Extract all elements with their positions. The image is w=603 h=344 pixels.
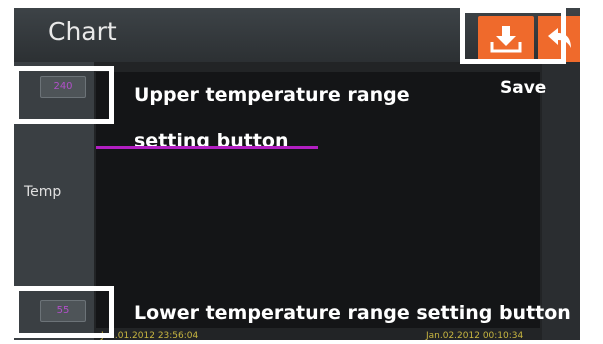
page-title: Chart: [48, 17, 117, 46]
start-time-label: Jan.01.2012 23:56:04: [101, 331, 199, 341]
upper-annotation-line2: setting button: [134, 130, 289, 146]
temperature-trace: [96, 146, 318, 149]
right-margin: [542, 62, 580, 340]
upper-button-highlight: [14, 66, 114, 124]
plot-area: [96, 72, 540, 328]
lower-annotation: Lower temperature range setting button: [134, 302, 571, 324]
end-time-label: Jan.02.2012 00:10:34: [426, 331, 524, 341]
save-button-highlight: [460, 8, 566, 64]
y-axis-label: Temp: [24, 184, 62, 200]
save-annotation: Save: [500, 78, 547, 98]
lower-button-highlight: [14, 286, 114, 338]
upper-annotation-line1: Upper temperature range: [134, 84, 410, 106]
